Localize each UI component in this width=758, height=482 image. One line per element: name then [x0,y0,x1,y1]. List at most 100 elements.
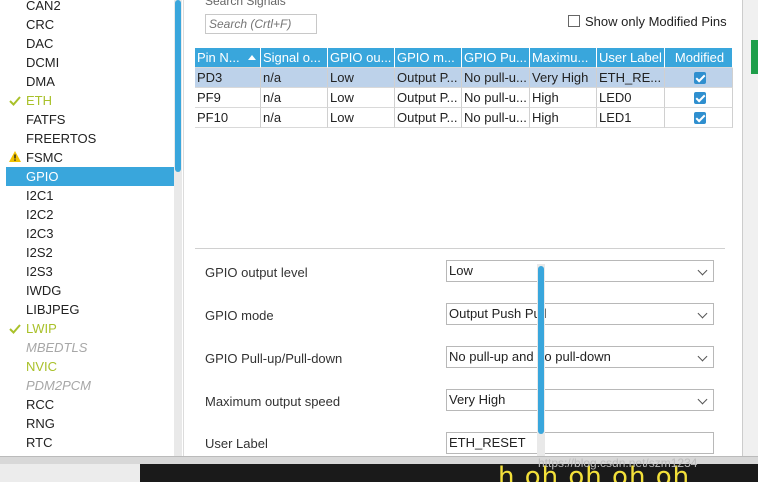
cell-output: Low [328,68,395,88]
user-label-label: User Label [205,436,268,451]
user-label-field[interactable]: ETH_RESET [446,432,714,454]
cell-pull: No pull-u... [462,108,530,128]
gpio-mode-value: Output Push Pull [449,306,547,321]
modified-check-icon [693,72,706,84]
cell-output: Low [328,108,395,128]
check-icon [8,319,24,338]
column-header-gpio-pull[interactable]: GPIO Pu... [462,48,530,68]
pin-chip[interactable] [751,40,758,74]
sidebar-item-i2c1[interactable]: I2C1 [6,186,174,205]
cell-speed: High [530,108,597,128]
search-signals-input[interactable] [205,14,317,34]
column-header-signal[interactable]: Signal o... [261,48,328,68]
sidebar-item-label: RTC [26,435,53,450]
sort-ascending-icon [248,48,256,67]
modified-check-icon [693,92,706,104]
search-caption: Search Signals [205,0,286,8]
output-level-select[interactable]: Low [446,260,714,282]
sidebar-item-dma[interactable]: DMA [6,72,174,91]
column-header-modified[interactable]: Modified [665,48,733,68]
sidebar-item-pdm2pcm[interactable]: PDM2PCM [6,376,174,395]
sidebar-item-iwdg[interactable]: IWDG [6,281,174,300]
config-scroll-thumb[interactable] [538,266,544,434]
cell-pin: PF9 [195,88,261,108]
chevron-down-icon [697,394,708,405]
sidebar-item-rng[interactable]: RNG [6,414,174,433]
warning-icon [8,148,24,167]
max-speed-select[interactable]: Very High [446,389,714,411]
sidebar-item-i2c3[interactable]: I2C3 [6,224,174,243]
cell-signal: n/a [261,88,328,108]
cell-modified [665,68,733,88]
cell-output: Low [328,88,395,108]
cell-pin: PF10 [195,108,261,128]
table-row[interactable]: PF9 n/a Low Output P... No pull-u... Hig… [195,88,733,108]
sidebar-item-freertos[interactable]: FREERTOS [6,129,174,148]
sidebar-item-rcc[interactable]: RCC [6,395,174,414]
column-header-max-speed[interactable]: Maximu... [530,48,597,68]
chevron-down-icon [697,351,708,362]
sidebar-item-label: DCMI [26,55,60,70]
sidebar-item-eth[interactable]: ETH [6,91,174,110]
sidebar-item-label: LIBJPEG [26,302,80,317]
pull-value: No pull-up and no pull-down [449,349,611,364]
sidebar-item-label: I2S3 [26,264,53,279]
sidebar-item-rtc[interactable]: RTC [6,433,174,452]
sidebar-item-label: CRC [26,17,55,32]
pull-select[interactable]: No pull-up and no pull-down [446,346,714,368]
show-modified-checkbox[interactable] [568,15,580,27]
sidebar-item-can2[interactable]: CAN2 [6,0,174,15]
sidebar-scroll-thumb[interactable] [175,0,181,172]
max-speed-value: Very High [449,392,506,407]
sidebar-item-label: NVIC [26,359,58,374]
output-level-value: Low [449,263,473,278]
sidebar-item-label: GPIO [26,169,59,184]
pinout-configuration-window: CAN2 CRC DAC DCMI DMA ETH FATFS FREERTOS… [0,0,758,482]
sidebar-item-label: IWDG [26,283,62,298]
sidebar-item-label: FSMC [26,150,63,165]
sidebar-item-mbedtls[interactable]: MBEDTLS [6,338,174,357]
sidebar-item-label: DAC [26,36,54,51]
table-row[interactable]: PF10 n/a Low Output P... No pull-u... Hi… [195,108,733,128]
sidebar-item-i2s3[interactable]: I2S3 [6,262,174,281]
cell-user-label: ETH_RE... [597,68,665,88]
sidebar-item-label: I2C3 [26,226,54,241]
column-header-user-label[interactable]: User Label [597,48,665,68]
cell-signal: n/a [261,68,328,88]
pull-label: GPIO Pull-up/Pull-down [205,351,343,366]
sidebar-item-nvic[interactable]: NVIC [6,357,174,376]
sidebar-item-label: ETH [26,93,52,108]
column-header-gpio-mode[interactable]: GPIO m... [395,48,462,68]
sidebar-item-fatfs[interactable]: FATFS [6,110,174,129]
sidebar-item-gpio[interactable]: GPIO [6,167,174,186]
modified-check-icon [693,112,706,124]
column-header-gpio-output[interactable]: GPIO ou... [328,48,395,68]
sidebar-item-i2c2[interactable]: I2C2 [6,205,174,224]
gpio-configuration-panel: Search Signals Show only Modified Pins P… [186,0,742,456]
gpio-mode-select[interactable]: Output Push Pull [446,303,714,325]
sidebar-item-fsmc[interactable]: FSMC [6,148,174,167]
sidebar-item-dcmi[interactable]: DCMI [6,53,174,72]
sidebar-item-libjpeg[interactable]: LIBJPEG [6,300,174,319]
cell-mode: Output P... [395,108,462,128]
sidebar-item-label: LWIP [26,321,57,336]
cell-user-label: LED1 [597,108,665,128]
sidebar-item-label: RNG [26,416,55,431]
sidebar-item-crc[interactable]: CRC [6,15,174,34]
sidebar-item-label: MBEDTLS [26,340,88,355]
table-row[interactable]: PD3 n/a Low Output P... No pull-u... Ver… [195,68,733,88]
sidebar-item-dac[interactable]: DAC [6,34,174,53]
peripheral-list: CAN2 CRC DAC DCMI DMA ETH FATFS FREERTOS… [0,0,184,456]
sidebar-item-label: FREERTOS [26,131,97,146]
sidebar-item-label: I2C1 [26,188,54,203]
chevron-down-icon [697,308,708,319]
pin-configuration-form: GPIO output level Low GPIO mode Output P… [195,248,725,456]
sidebar-item-lwip[interactable]: LWIP [6,319,174,338]
sidebar-item-label: CAN2 [26,0,61,13]
column-header-pin[interactable]: Pin N... [195,48,261,68]
show-modified-pins-toggle[interactable]: Show only Modified Pins [568,14,727,29]
cell-signal: n/a [261,108,328,128]
cell-modified [665,88,733,108]
cell-modified [665,108,733,128]
sidebar-item-i2s2[interactable]: I2S2 [6,243,174,262]
